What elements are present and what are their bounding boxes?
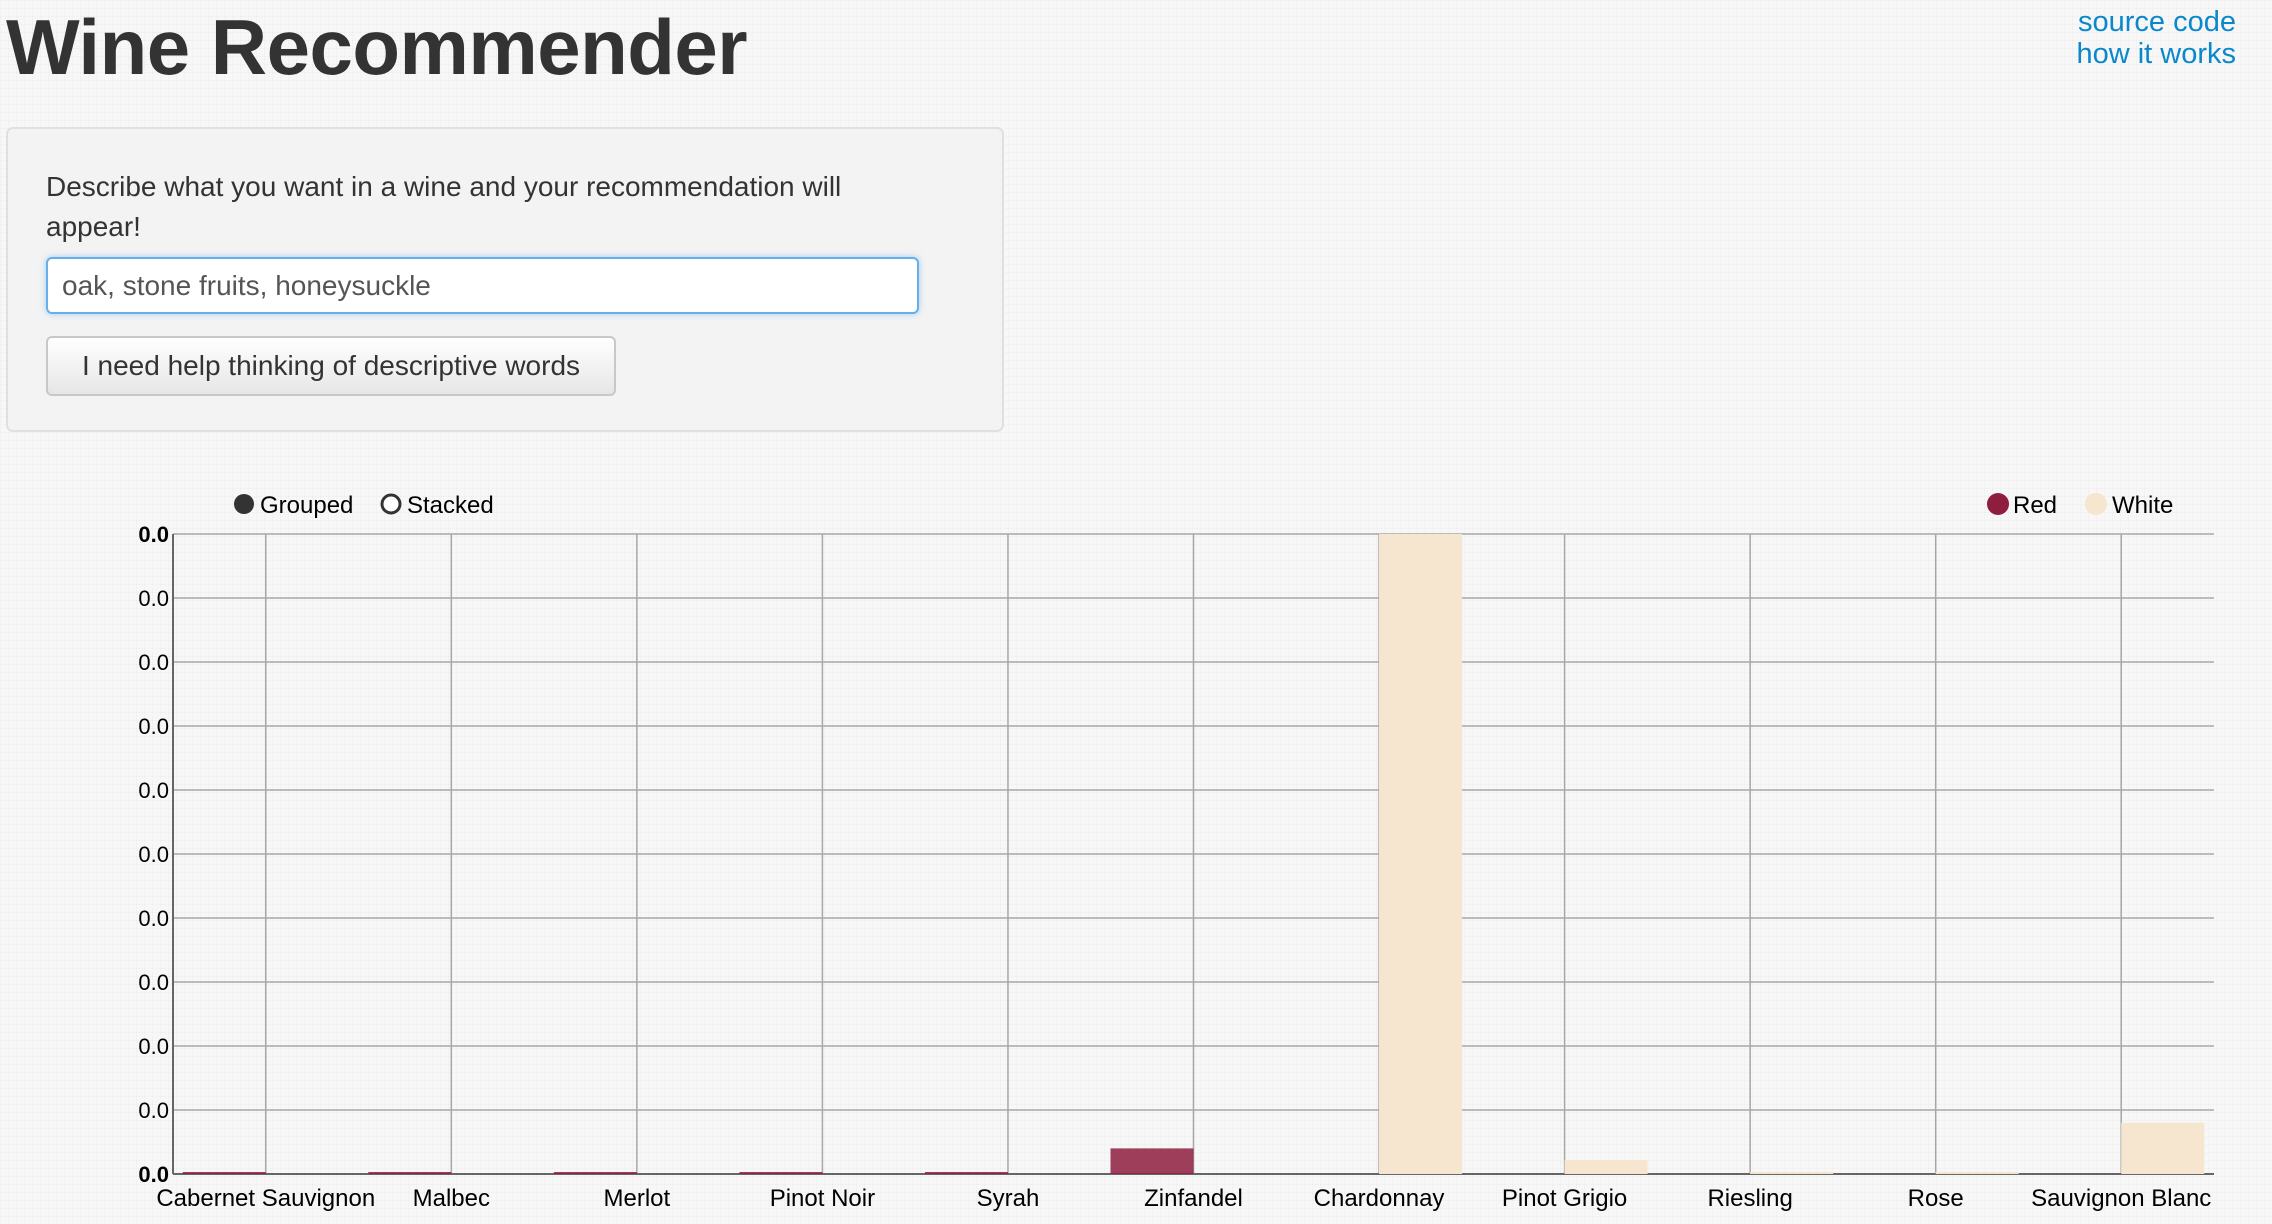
legend-red-swatch xyxy=(1987,493,2009,515)
y-tick-label: 0.0 xyxy=(138,778,169,803)
x-tick-label: Pinot Noir xyxy=(770,1185,875,1212)
x-tick-label: Syrah xyxy=(977,1185,1040,1212)
x-tick-label: Cabernet Sauvignon xyxy=(156,1185,375,1212)
prompt-text: Describe what you want in a wine and you… xyxy=(46,171,842,242)
mode-stacked-radio[interactable]: Stacked xyxy=(380,492,494,519)
bar-white-rose xyxy=(1935,1172,2019,1174)
y-tick-label: 0.0 xyxy=(138,586,169,611)
bar-white-sauvignon-blanc xyxy=(2121,1122,2205,1174)
y-tick-label: 0.0 xyxy=(138,1098,169,1123)
y-tick-label: 0.0 xyxy=(138,1034,169,1059)
query-panel: Describe what you want in a wine and you… xyxy=(6,127,1004,432)
x-tick-label: Riesling xyxy=(1707,1185,1792,1212)
x-tick-label: Rose xyxy=(1908,1185,1964,1212)
y-tick-label: 0.0 xyxy=(138,522,169,547)
bar-white-pinot-grigio xyxy=(1564,1159,1648,1174)
legend-white[interactable]: White xyxy=(2085,492,2173,519)
y-axis-ticks: 0.0 0.0 0.0 0.0 0.0 0.0 0.0 0.0 0.0 0.0 0.0 xyxy=(138,522,169,1187)
mode-grouped-radio[interactable]: Grouped xyxy=(234,492,353,519)
help-words-button[interactable]: I need help thinking of descriptive word… xyxy=(46,336,616,396)
x-tick-label: Chardonnay xyxy=(1314,1185,1445,1212)
legend-red[interactable]: Red xyxy=(1987,492,2057,519)
legend-white-label: White xyxy=(2112,492,2173,519)
x-tick-label: Merlot xyxy=(604,1185,671,1212)
header-links: source code how it works xyxy=(2076,6,2236,70)
y-tick-label: 0.0 xyxy=(138,650,169,675)
x-tick-label: Sauvignon Blanc xyxy=(2031,1185,2211,1212)
legend-white-swatch xyxy=(2085,493,2107,515)
bar-red-pinot-noir xyxy=(739,1172,823,1174)
wine-bar-chart: 0.0 0.0 0.0 0.0 0.0 0.0 0.0 0.0 0.0 0.0 0.0 Cabern… xyxy=(138,492,2214,1212)
bar-white-riesling xyxy=(1750,1172,1834,1174)
page-title: Wine Recommender xyxy=(6,3,748,91)
legend-red-label: Red xyxy=(2013,492,2057,519)
stacked-radio-icon xyxy=(380,493,402,515)
stacked-label: Stacked xyxy=(407,492,494,519)
y-tick-label: 0.0 xyxy=(138,970,169,995)
bar-red-malbec xyxy=(368,1172,452,1174)
x-axis-ticks: Cabernet Sauvignon Malbec Merlot Pinot Noir… xyxy=(156,1185,2211,1212)
y-tick-label: 0.0 xyxy=(138,906,169,931)
bar-red-cabernet-sauvignon xyxy=(182,1172,266,1174)
description-input[interactable] xyxy=(46,257,919,314)
bar-red-zinfandel xyxy=(1110,1148,1194,1174)
y-tick-label: 0.0 xyxy=(138,714,169,739)
x-tick-label: Malbec xyxy=(413,1185,490,1212)
bar-white-chardonnay xyxy=(1379,534,1463,1174)
x-tick-label: Zinfandel xyxy=(1144,1185,1243,1212)
y-tick-label: 0.0 xyxy=(138,1162,169,1187)
source-code-link[interactable]: source code xyxy=(2076,6,2236,38)
chart-grid xyxy=(172,533,2214,1175)
grouped-radio-icon xyxy=(234,494,254,514)
x-tick-label: Pinot Grigio xyxy=(1502,1185,1627,1212)
y-tick-label: 0.0 xyxy=(138,842,169,867)
bar-red-merlot xyxy=(553,1172,637,1174)
bar-red-syrah xyxy=(924,1172,1008,1174)
grouped-label: Grouped xyxy=(260,492,353,519)
how-it-works-link[interactable]: how it works xyxy=(2076,38,2236,70)
